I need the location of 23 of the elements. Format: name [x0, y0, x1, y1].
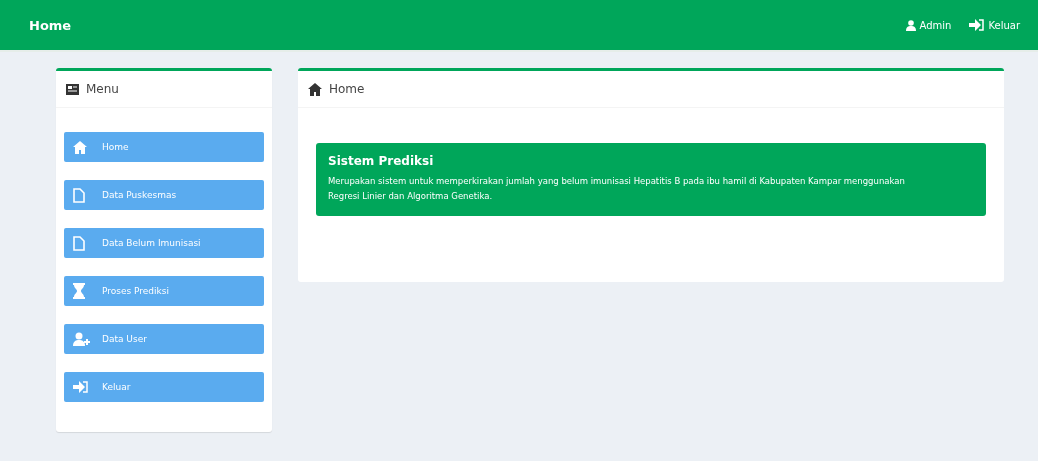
menu-icon: [66, 83, 79, 95]
home-icon: [308, 82, 322, 96]
nav-link[interactable]: Admin: [905, 19, 952, 31]
menu-item[interactable]: Proses Prediksi: [64, 276, 264, 306]
home-icon: [73, 140, 87, 154]
alert-text: Merupakan sistem untuk memperkirakan jumlah yang belum imunisasi Hepatitis B pada ibu hamil di Kabupaten Kampar menggunakan Regresi Linier dan Algoritma Genetika.: [328, 175, 906, 203]
alert-title: Sistem Prediksi: [328, 154, 435, 168]
user-add-icon: [73, 332, 91, 346]
menu-item[interactable]: Data Puskesmas: [64, 180, 264, 210]
nav-link[interactable]: Keluar: [969, 19, 1020, 31]
logout-icon: [969, 19, 985, 31]
hourglass-icon: [73, 283, 85, 299]
menu-item[interactable]: Data User: [64, 324, 264, 354]
file-icon: [73, 187, 85, 203]
logout-icon: [73, 381, 88, 393]
page-title: Home: [29, 17, 72, 33]
menu-item[interactable]: Data Belum Imunisasi: [64, 228, 264, 258]
menu-item[interactable]: Home: [64, 132, 264, 162]
user-icon: [905, 19, 916, 31]
panel-title: Menu: [86, 82, 119, 96]
file-icon: [73, 235, 85, 251]
panel-title: Home: [329, 82, 365, 96]
menu-item[interactable]: Keluar: [64, 372, 264, 402]
